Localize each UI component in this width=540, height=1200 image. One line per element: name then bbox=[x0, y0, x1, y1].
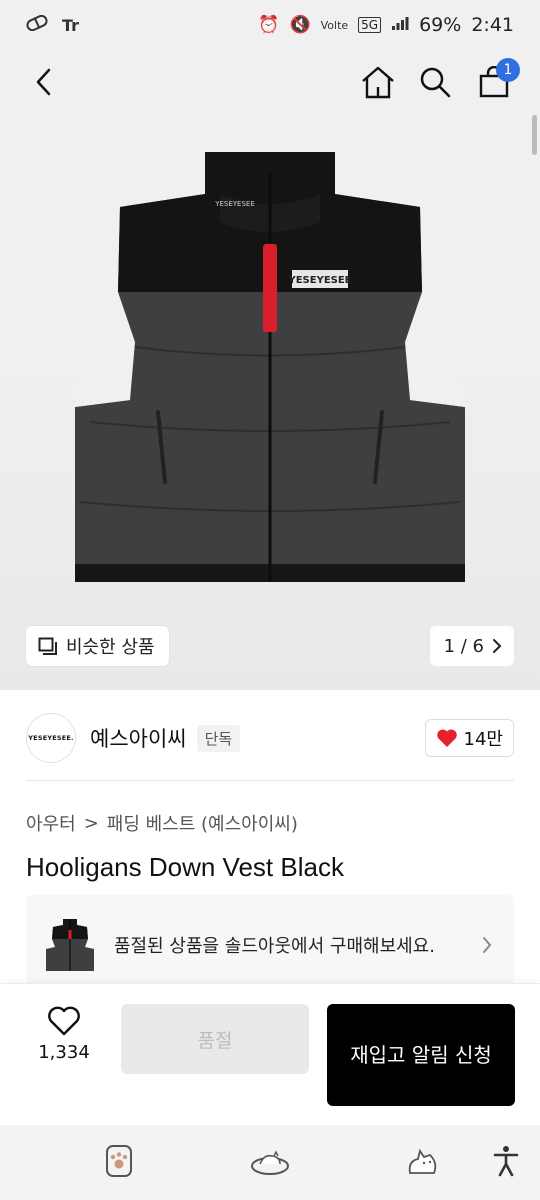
image-pager-button[interactable]: 1 / 6 bbox=[429, 626, 514, 666]
image-pager-count: 1 / 6 bbox=[443, 635, 484, 657]
breadcrumb-category[interactable]: 아우터 bbox=[26, 810, 76, 836]
alarm-icon: ⏰ bbox=[258, 15, 280, 35]
heart-outline-icon bbox=[48, 1006, 80, 1036]
wishlist-count: 1,334 bbox=[38, 1042, 90, 1063]
similar-products-button[interactable]: 비슷한 상품 bbox=[26, 626, 169, 666]
vest-brand-label: YESEYESEE bbox=[214, 200, 255, 208]
wishlist-button[interactable]: 1,334 bbox=[30, 1006, 98, 1063]
top-navigation: 1 bbox=[0, 52, 540, 112]
cat-icon bbox=[408, 1148, 437, 1174]
product-thumbnail bbox=[46, 919, 94, 971]
cart-count-badge: 1 bbox=[496, 58, 520, 82]
breadcrumb: 아우터 > 패딩 베스트 (예스아이씨) bbox=[26, 810, 298, 836]
heart-filled-icon bbox=[436, 729, 457, 747]
clock: 2:41 bbox=[471, 14, 514, 36]
signal-icon bbox=[391, 15, 409, 36]
copy-icon bbox=[38, 637, 57, 655]
volte-icon: Volte bbox=[320, 18, 349, 32]
svg-text:YESEYESEE: YESEYESEE bbox=[287, 275, 351, 286]
soldout-banner-text: 품절된 상품을 솔드아웃에서 구매해보세요. bbox=[114, 936, 435, 957]
product-image: YESEYESEE YESEYESEE bbox=[75, 152, 465, 582]
soldout-marketplace-banner[interactable]: 품절된 상품을 솔드아웃에서 구매해보세요. bbox=[26, 895, 514, 995]
paw-icon bbox=[106, 1145, 132, 1177]
status-bar: Tr ⏰ 🔇 Volte 5G 69% 2:41 bbox=[0, 0, 540, 50]
divider bbox=[26, 780, 514, 781]
search-button[interactable] bbox=[413, 60, 457, 104]
cat-button[interactable] bbox=[400, 1139, 444, 1183]
brand-like-button[interactable]: 14만 bbox=[424, 719, 514, 757]
product-image-gallery[interactable]: 1 YESEYESEE YESEYESEE 비슷한 상품 1 / 6 bbox=[0, 0, 540, 690]
brand-row: YESEYESEE. 예스아이씨 단독 14만 bbox=[26, 708, 514, 768]
chevron-right-icon bbox=[483, 937, 492, 953]
chevron-right-icon bbox=[493, 639, 502, 653]
pill-icon bbox=[26, 14, 48, 36]
product-title: Hooligans Down Vest Black bbox=[26, 852, 344, 882]
breadcrumb-subcategory[interactable]: 패딩 베스트 (예스아이씨) bbox=[107, 810, 298, 836]
mute-icon: 🔇 bbox=[289, 15, 311, 35]
restock-alert-button[interactable]: 재입고 알림 신청 bbox=[327, 1004, 515, 1106]
search-icon bbox=[420, 67, 451, 98]
purchase-action-bar: 1,334 품절 재입고 알림 신청 bbox=[0, 983, 540, 1125]
exclusive-badge: 단독 bbox=[196, 724, 241, 752]
chevron-left-icon bbox=[36, 68, 51, 96]
brand-like-count: 14만 bbox=[463, 729, 503, 750]
similar-products-label: 비슷한 상품 bbox=[66, 637, 155, 658]
brand-name-link[interactable]: 예스아이씨 bbox=[90, 723, 187, 753]
network-type: 5G bbox=[358, 17, 382, 33]
soldout-button[interactable]: 품절 bbox=[121, 1004, 309, 1074]
breadcrumb-separator: > bbox=[83, 812, 99, 834]
bottom-app-bar bbox=[0, 1125, 540, 1200]
home-icon bbox=[362, 66, 394, 99]
cart-button[interactable]: 1 bbox=[472, 58, 520, 104]
battery-level: 69% bbox=[419, 14, 462, 36]
accessibility-button[interactable] bbox=[484, 1139, 528, 1183]
home-button[interactable] bbox=[356, 60, 400, 104]
app-notification-icon: Tr bbox=[62, 15, 80, 35]
scrollbar[interactable] bbox=[532, 115, 537, 155]
back-button[interactable] bbox=[22, 60, 66, 104]
brand-logo[interactable]: YESEYESEE. bbox=[26, 713, 76, 763]
accessibility-icon bbox=[493, 1146, 519, 1177]
paw-button[interactable] bbox=[97, 1139, 141, 1183]
cat-bed-icon bbox=[251, 1150, 289, 1175]
cat-bed-button[interactable] bbox=[248, 1139, 292, 1183]
